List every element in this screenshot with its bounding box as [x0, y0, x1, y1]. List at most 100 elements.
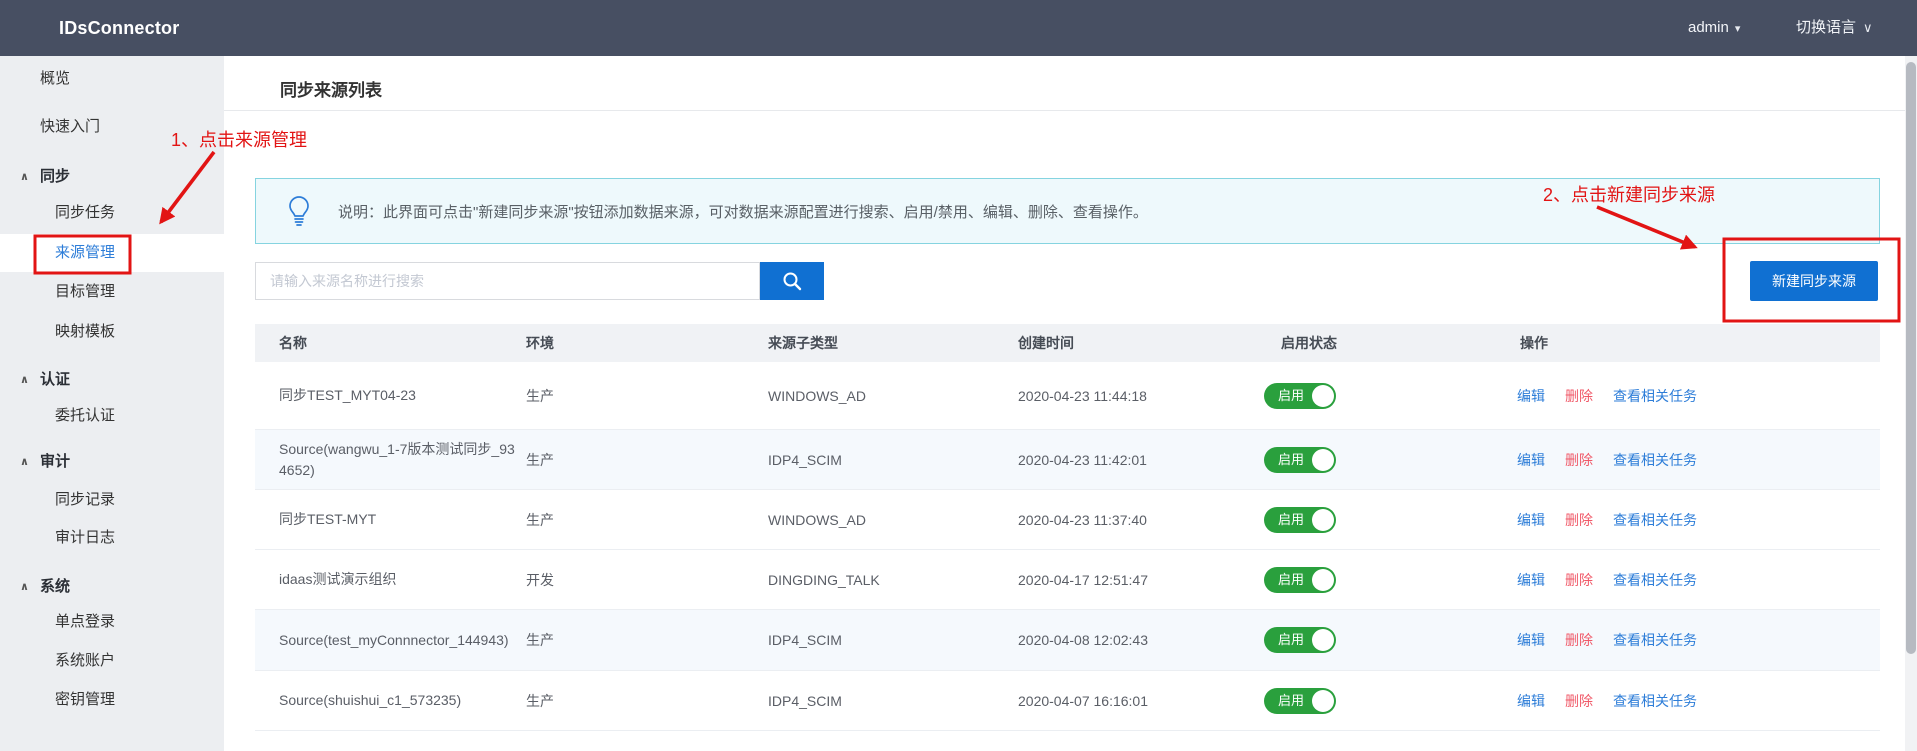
sidebar-item-11[interactable]: 同步记录 [0, 481, 224, 519]
language-menu-label: 切换语言 [1796, 19, 1856, 36]
column-header-2: 环境 [526, 324, 554, 362]
sidebar-item-label: 单点登录 [55, 603, 115, 641]
title-divider [224, 110, 1905, 111]
search-icon [781, 270, 803, 292]
sidebar-item-label: 审计日志 [55, 519, 115, 557]
view-related-tasks-link[interactable]: 查看相关任务 [1613, 691, 1697, 711]
sidebar-item-label: 同步任务 [55, 194, 115, 232]
source-subtype: WINDOWS_AD [768, 362, 866, 429]
column-header-4: 创建时间 [1018, 324, 1074, 362]
delete-link[interactable]: 删除 [1565, 450, 1593, 470]
sidebar-item-14[interactable]: 单点登录 [0, 603, 224, 641]
sidebar-item-label: 同步记录 [55, 481, 115, 519]
toggle-knob [1312, 569, 1334, 591]
enable-toggle[interactable]: 启用 [1264, 567, 1336, 593]
sidebar-item-label: 密钥管理 [55, 681, 115, 719]
edit-link[interactable]: 编辑 [1517, 630, 1545, 650]
sidebar-item-6[interactable]: 目标管理 [0, 273, 224, 311]
sidebar-item-2[interactable]: 快速入门 [0, 108, 224, 146]
source-subtype: DINGDING_TALK [768, 550, 880, 609]
row-actions: 编辑删除查看相关任务 [1517, 362, 1717, 429]
scrollbar[interactable] [1905, 56, 1917, 751]
search-button[interactable] [760, 262, 824, 300]
delete-link[interactable]: 删除 [1565, 386, 1593, 406]
source-created-time: 2020-04-23 11:42:01 [1018, 430, 1147, 489]
view-related-tasks-link[interactable]: 查看相关任务 [1613, 510, 1697, 530]
sidebar-item-label: 来源管理 [55, 234, 115, 272]
user-menu[interactable]: admin▾ [1688, 0, 1740, 56]
source-subtype: IDP4_SCIM [768, 671, 842, 730]
search-input[interactable] [255, 262, 760, 300]
source-environment: 生产 [526, 430, 554, 489]
chevron-up-icon: ∧ [20, 443, 29, 481]
delete-link[interactable]: 删除 [1565, 630, 1593, 650]
create-sync-source-button[interactable]: 新建同步来源 [1750, 261, 1878, 301]
enable-toggle[interactable]: 启用 [1264, 447, 1336, 473]
sidebar-item-10[interactable]: ∧ 审计 [0, 443, 224, 481]
source-environment: 开发 [526, 550, 554, 609]
sidebar-item-13[interactable]: ∧系统 [0, 568, 224, 606]
sidebar-item-8[interactable]: ∧认证 [0, 361, 224, 399]
sidebar-item-9[interactable]: 委托认证 [0, 397, 224, 435]
source-environment: 生产 [526, 671, 554, 730]
scrollbar-thumb[interactable] [1906, 62, 1916, 654]
sidebar-item-label: 审计 [40, 443, 70, 481]
row-actions: 编辑删除查看相关任务 [1517, 610, 1717, 670]
view-related-tasks-link[interactable]: 查看相关任务 [1613, 450, 1697, 470]
sidebar-item-15[interactable]: 系统账户 [0, 642, 224, 680]
toggle-knob [1312, 690, 1334, 712]
view-related-tasks-link[interactable]: 查看相关任务 [1613, 630, 1697, 650]
source-created-time: 2020-04-23 11:44:18 [1018, 362, 1147, 429]
enable-toggle[interactable]: 启用 [1264, 688, 1336, 714]
page-title: 同步来源列表 [280, 76, 382, 101]
edit-link[interactable]: 编辑 [1517, 450, 1545, 470]
edit-link[interactable]: 编辑 [1517, 570, 1545, 590]
sidebar-item-1[interactable]: 概览 [0, 60, 224, 98]
sidebar-item-label: 同步 [40, 158, 70, 196]
edit-link[interactable]: 编辑 [1517, 386, 1545, 406]
sidebar-item-label: 概览 [40, 60, 70, 98]
table-row: 同步TEST_MYT04-23生产WINDOWS_AD2020-04-23 11… [255, 362, 1880, 430]
enable-toggle[interactable]: 启用 [1264, 507, 1336, 533]
enable-toggle[interactable]: 启用 [1264, 383, 1336, 409]
edit-link[interactable]: 编辑 [1517, 510, 1545, 530]
notice-text: 说明：此界面可点击"新建同步来源"按钮添加数据来源，可对数据来源配置进行搜索、启… [338, 201, 1148, 222]
toggle-knob [1312, 449, 1334, 471]
status-cell: 启用 [1264, 550, 1336, 609]
sidebar-item-4[interactable]: 同步任务 [0, 194, 224, 232]
source-environment: 生产 [526, 610, 554, 670]
table-row: Source(wangwu_1-7版本测试同步_934652)生产IDP4_SC… [255, 430, 1880, 490]
source-subtype: IDP4_SCIM [768, 610, 842, 670]
delete-link[interactable]: 删除 [1565, 691, 1593, 711]
view-related-tasks-link[interactable]: 查看相关任务 [1613, 386, 1697, 406]
row-actions: 编辑删除查看相关任务 [1517, 490, 1717, 549]
delete-link[interactable]: 删除 [1565, 570, 1593, 590]
column-header-3: 来源子类型 [768, 324, 838, 362]
delete-link[interactable]: 删除 [1565, 510, 1593, 530]
sidebar-item-7[interactable]: 映射模板 [0, 313, 224, 351]
column-header-5: 启用状态 [1281, 324, 1337, 362]
row-actions: 编辑删除查看相关任务 [1517, 671, 1717, 730]
source-environment: 生产 [526, 362, 554, 429]
app-header: IDsConnector admin▾ 切换语言∨ [0, 0, 1917, 56]
sidebar-item-3[interactable]: ∧同步 [0, 158, 224, 196]
sidebar: 概览快速入门 ∧同步同步任务来源管理目标管理映射模板 ∧认证委托认证 ∧ 审计同步记录审… [0, 56, 224, 751]
sidebar-item-16[interactable]: 密钥管理 [0, 681, 224, 719]
table-row: idaas测试演示组织开发DINGDING_TALK2020-04-17 12:… [255, 550, 1880, 610]
sidebar-item-5[interactable]: 来源管理 [0, 234, 224, 272]
status-cell: 启用 [1264, 610, 1336, 670]
toggle-label: 启用 [1278, 567, 1304, 593]
edit-link[interactable]: 编辑 [1517, 691, 1545, 711]
source-name: Source(test_myConnnector_144943) [279, 610, 517, 670]
view-related-tasks-link[interactable]: 查看相关任务 [1613, 570, 1697, 590]
toggle-knob [1312, 629, 1334, 651]
source-created-time: 2020-04-07 16:16:01 [1018, 671, 1148, 730]
table-row: Source(shuishui_c1_573235)生产IDP4_SCIM202… [255, 671, 1880, 731]
app-logo: IDsConnector [59, 0, 179, 56]
language-menu[interactable]: 切换语言∨ [1796, 0, 1873, 56]
sidebar-item-12[interactable]: 审计日志 [0, 519, 224, 557]
enable-toggle[interactable]: 启用 [1264, 627, 1336, 653]
sidebar-item-label: 目标管理 [55, 273, 115, 311]
main-content: 同步来源列表 说明：此界面可点击"新建同步来源"按钮添加数据来源，可对数据来源配… [224, 56, 1905, 751]
table-header: 名称环境来源子类型创建时间启用状态操作 [255, 324, 1880, 362]
